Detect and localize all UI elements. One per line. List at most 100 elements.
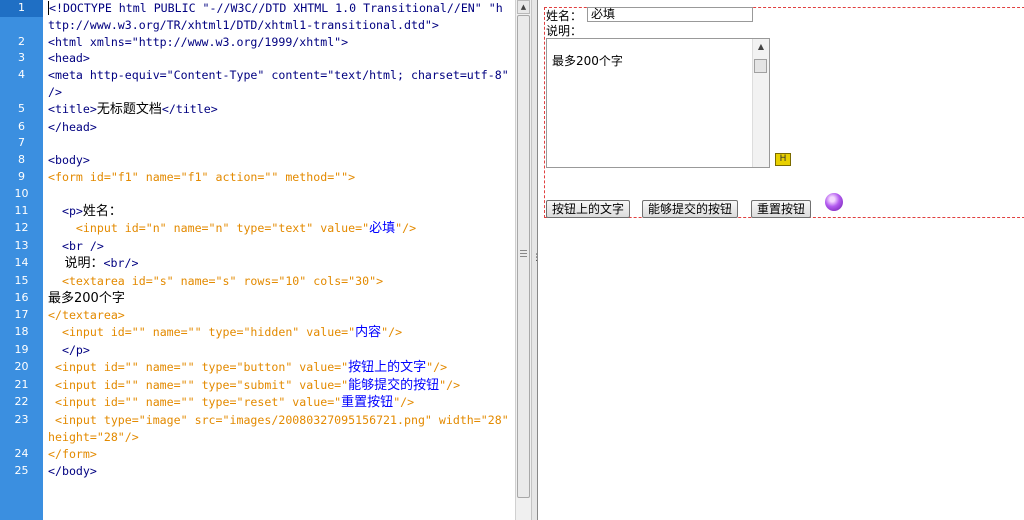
code-line[interactable]: 3 <head> [0,50,515,67]
line-number: 17 [14,308,29,322]
code-line[interactable]: 5 <title>无标题文档</title> [0,101,515,119]
code-text[interactable]: <!DOCTYPE html PUBLIC "-//W3C//DTD XHTML… [43,0,515,34]
code-text[interactable]: <br /> [43,238,515,255]
code-line[interactable]: 14 说明：<br/> [0,255,515,273]
code-line[interactable]: 15 <textarea id="s" name="s" rows="10" c… [0,273,515,290]
line-number: 14 [14,255,29,269]
code-line[interactable]: 13 <br /> [0,238,515,255]
code-token: 内容 [355,325,382,341]
code-token: <input id="" name="" type="button" value… [48,359,349,374]
code-text[interactable]: <input id="" name="" type="submit" value… [43,377,515,395]
line-number: 13 [14,239,29,253]
code-text[interactable]: <head> [43,50,515,67]
code-line[interactable]: 18 <input id="" name="" type="hidden" va… [0,324,515,342]
code-token: "/> [381,325,403,340]
purple-orb-icon[interactable] [825,193,843,211]
line-number: 23 [14,413,29,427]
code-line[interactable]: 25 </body> [0,463,515,480]
code-token: </head> [48,119,97,134]
design-view[interactable]: 姓名： 必填 说明： 最多200个字 ▲ H 按钮上的文字 能够提交的按钮 重置… [538,0,1024,520]
hidden-field-icon[interactable]: H [775,153,791,166]
code-line[interactable]: 24 </form> [0,446,515,463]
scroll-up-arrow-icon[interactable]: ▲ [755,40,767,54]
description-textarea[interactable]: 最多200个字 ▲ [546,38,770,168]
code-line[interactable]: 7​ [0,135,515,152]
code-text[interactable]: </p> [43,342,515,359]
code-text[interactable]: <html xmlns="http://www.w3.org/1999/xhtm… [43,34,515,51]
code-token: <input id="" name="" type="submit" value… [48,377,349,392]
code-token: <body> [48,153,90,168]
submit-button[interactable]: 能够提交的按钮 [642,200,739,218]
splitter-grip-icon: ⋮ [532,253,541,263]
code-text[interactable]: 说明：<br/> [43,255,515,273]
code-text[interactable]: <input id="" name="" type="button" value… [43,359,515,377]
code-text[interactable]: </textarea> [43,307,515,324]
code-token: 姓名： [82,203,122,219]
code-line[interactable]: 10 ​ [0,186,515,203]
code-text[interactable]: 最多200个字 [43,290,515,308]
reset-button[interactable]: 重置按钮 [751,200,812,218]
code-token: <textarea id="s" name="s" rows="10" cols… [48,273,384,288]
code-lines[interactable]: 1 <!DOCTYPE html PUBLIC "-//W3C//DTD XHTM… [0,0,515,479]
grip-icon [520,250,527,258]
code-text[interactable]: <input id="n" name="n" type="text" value… [43,220,515,238]
code-line[interactable]: 6 </head> [0,119,515,136]
code-token: <br/> [103,255,139,270]
code-text[interactable]: </head> [43,119,515,136]
code-text[interactable]: <meta http-equiv="Content-Type" content=… [43,67,515,101]
code-line[interactable]: 4 <meta http-equiv="Content-Type" content… [0,67,515,101]
line-number: 19 [14,342,29,356]
code-text[interactable]: <input type="image" src="images/20080327… [43,412,515,446]
code-editor[interactable]: 1 <!DOCTYPE html PUBLIC "-//W3C//DTD XHTM… [0,0,515,520]
scrollbar-thumb[interactable] [754,59,767,73]
code-line[interactable]: 17 </textarea> [0,307,515,324]
code-token: <form id="f1" name="f1" action="" method… [48,169,356,184]
code-token: <title> [48,101,97,116]
code-text[interactable]: <title>无标题文档</title> [43,101,515,119]
line-number: 12 [14,221,29,235]
pane-splitter[interactable]: ⋮ [531,0,541,520]
code-text[interactable]: <body> [43,152,515,169]
code-token: <meta http-equiv="Content-Type" content=… [48,68,515,99]
editor-vertical-scrollbar[interactable]: ▲ [515,0,531,520]
code-text[interactable]: <form id="f1" name="f1" action="" method… [43,169,515,186]
line-number: 25 [14,463,29,477]
code-line[interactable]: 1 <!DOCTYPE html PUBLIC "-//W3C//DTD XHTM… [0,0,515,34]
name-input[interactable]: 必填 [587,7,753,22]
scrollbar-thumb[interactable] [517,15,530,498]
code-text[interactable]: <textarea id="s" name="s" rows="10" cols… [43,273,515,290]
code-line[interactable]: 21 <input id="" name="" type="submit" va… [0,377,515,395]
code-line[interactable]: 22 <input id="" name="" type="reset" val… [0,394,515,412]
line-number: 7 [18,136,25,150]
code-text[interactable]: <input id="" name="" type="hidden" value… [43,324,515,342]
code-line[interactable]: 8 <body> [0,152,515,169]
code-token: "/> [395,221,417,236]
code-token: <html xmlns="http://www.w3.org/1999/xhtm… [48,34,349,49]
line-number: 10 [14,186,29,200]
line-number: 8 [18,153,25,167]
description-label: 说明： [546,24,583,38]
code-line[interactable]: 2 <html xmlns="http://www.w3.org/1999/xht… [0,34,515,51]
text-button[interactable]: 按钮上的文字 [546,200,631,218]
code-token: </body> [48,463,97,478]
code-text[interactable]: </form> [43,446,515,463]
code-line[interactable]: 19 </p> [0,342,515,359]
code-text[interactable]: <p>姓名： [43,203,515,221]
code-line[interactable]: 20 <input id="" name="" type="button" va… [0,359,515,377]
code-line[interactable]: 12 <input id="n" name="n" type="text" va… [0,220,515,238]
code-line[interactable]: 23 <input type="image" src="images/20080… [0,412,515,446]
line-number: 1 [0,0,43,17]
code-line[interactable]: 11 <p>姓名： [0,203,515,221]
code-text[interactable]: ​ [43,135,515,152]
code-text[interactable]: <input id="" name="" type="reset" value=… [43,394,515,412]
code-line[interactable]: 9 <form id="f1" name="f1" action="" metho… [0,169,515,186]
code-line[interactable]: 16 最多200个字 [0,290,515,308]
code-token: <input type="image" src="images/20080327… [48,413,515,444]
code-token: </textarea> [48,308,125,323]
line-number: 5 [18,101,25,115]
code-token: 按钮上的文字 [348,359,427,375]
code-text[interactable]: </body> [43,463,515,480]
textarea-scrollbar[interactable]: ▲ [752,39,769,167]
code-text[interactable]: ​ [43,186,515,203]
scroll-up-arrow-icon[interactable]: ▲ [517,0,530,14]
